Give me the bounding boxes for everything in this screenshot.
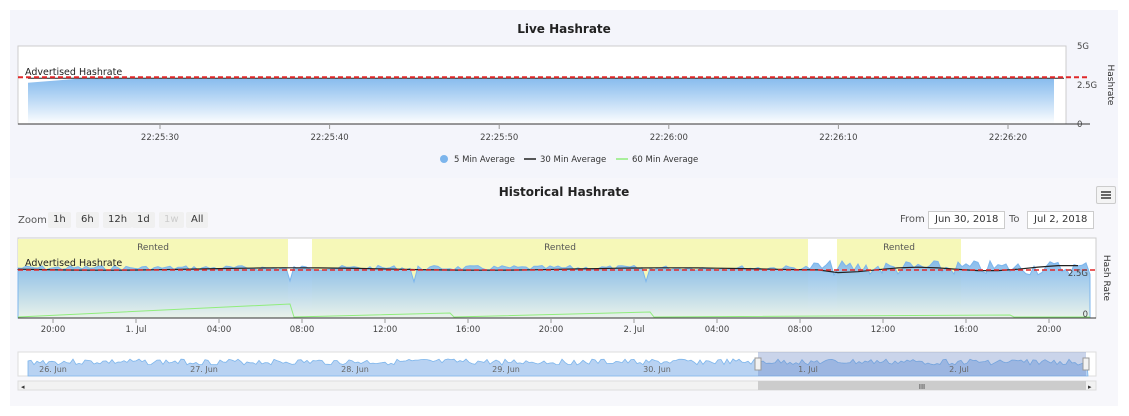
x-tick-label: 22:26:20 <box>989 133 1027 143</box>
x-tick-label: 04:00 <box>207 325 232 335</box>
x-tick-label: 20:00 <box>41 325 66 335</box>
rented-period-label: Rented <box>544 243 576 253</box>
x-tick-label: 12:00 <box>871 325 896 335</box>
navigator-handle <box>754 357 762 371</box>
x-tick-label: 20:00 <box>539 325 564 335</box>
advertised-hashrate-label: Advertised Hashrate <box>25 67 122 78</box>
legend-label: 5 Min Average <box>454 155 515 165</box>
x-tick-label: 12:00 <box>373 325 398 335</box>
x-tick-label: 20:00 <box>1037 325 1062 335</box>
y-axis-title: Hashrate <box>1105 65 1115 106</box>
y-tick-label: 0 <box>1077 120 1082 130</box>
live-hashrate-panel: Live Hashrate Advertised Hashrate 22:25:3… <box>10 10 1118 178</box>
navigator-tick-label: 2. Jul <box>949 365 969 374</box>
navigator-handle <box>1082 357 1090 371</box>
x-tick-label: 22:25:40 <box>311 133 349 143</box>
series-5min-average-area <box>28 78 1054 124</box>
live-hashrate-chart: Advertised Hashrate 22:25:30 22:25:40 22:25… <box>17 42 1115 165</box>
x-tick-label: 22:26:10 <box>819 133 857 143</box>
x-tick-label: 08:00 <box>788 325 813 335</box>
y-tick-label: 5G <box>1077 42 1089 52</box>
legend-label: 60 Min Average <box>632 155 698 165</box>
navigator-tick-label: 1. Jul <box>798 365 818 374</box>
navigator-tick-label: 27. Jun <box>190 365 218 374</box>
x-tick-label: 16:00 <box>954 325 979 335</box>
x-tick-label: 22:25:50 <box>480 133 518 143</box>
y-tick-label: 2.5G <box>1077 81 1097 91</box>
scrollbar-grip-icon: III <box>919 383 925 391</box>
rented-period-label: Rented <box>137 243 169 253</box>
x-tick-label: 22:26:00 <box>650 133 688 143</box>
y-axis-title: Hash Rate <box>1101 255 1111 302</box>
legend-label: 30 Min Average <box>540 155 606 165</box>
historical-hashrate-panel: Historical Hashrate Zoom 1h 6h 12h 1d 1w… <box>10 178 1118 406</box>
legend-marker-5min <box>440 155 448 163</box>
y-tick-label: 2.5G <box>1068 269 1088 279</box>
navigator-tick-label: 29. Jun <box>492 365 520 374</box>
scroll-left-arrow-icon: ◂ <box>21 383 25 391</box>
x-tick-label: 2. Jul <box>623 325 644 335</box>
advertised-hashrate-label: Advertised Hashrate <box>25 258 122 269</box>
scroll-right-arrow-icon: ▸ <box>1088 383 1092 391</box>
rented-period-label: Rented <box>883 243 915 253</box>
historical-hashrate-chart: Rented Rented Rented Advertised Hashrate 20:… <box>17 237 1111 391</box>
x-tick-label: 22:25:30 <box>141 133 179 143</box>
x-tick-label: 08:00 <box>290 325 315 335</box>
navigator-tick-label: 30. Jun <box>643 365 671 374</box>
navigator-tick-label: 28. Jun <box>341 365 369 374</box>
x-tick-label: 1. Jul <box>125 325 146 335</box>
navigator-tick-label: 26. Jun <box>39 365 67 374</box>
y-tick-label: 0 <box>1083 310 1088 320</box>
x-tick-label: 16:00 <box>456 325 481 335</box>
x-tick-label: 04:00 <box>705 325 730 335</box>
